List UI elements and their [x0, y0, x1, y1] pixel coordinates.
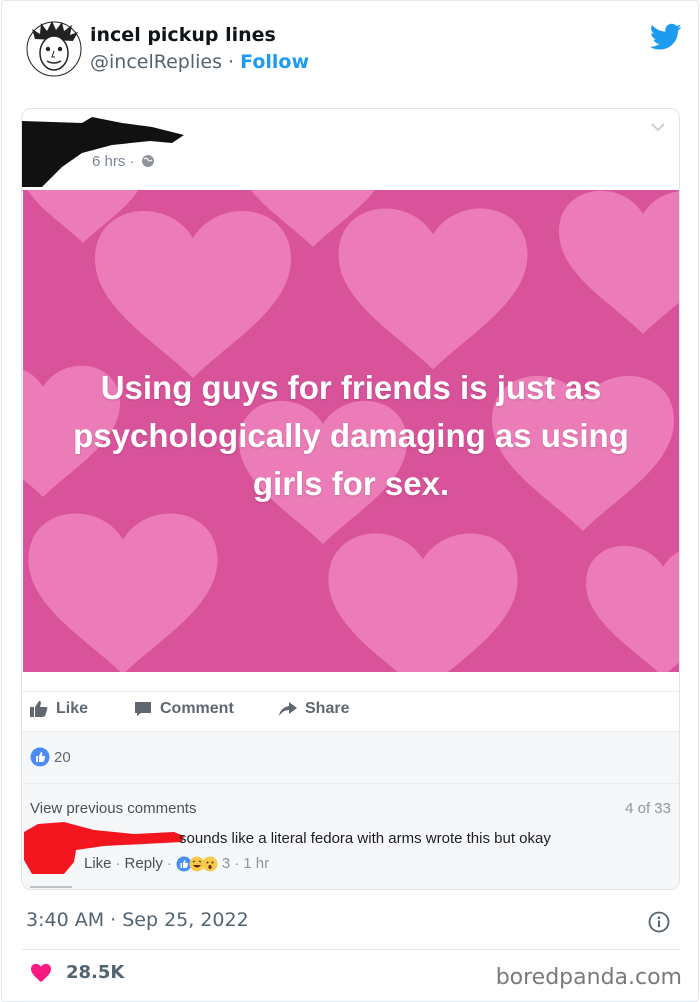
- handle-line: @incelReplies · Follow: [90, 51, 309, 73]
- share-action[interactable]: Share: [279, 700, 349, 718]
- heart-icon[interactable]: [30, 963, 52, 983]
- comment-dot: ·: [166, 855, 172, 872]
- divider: [30, 886, 72, 888]
- comment-dot: ·: [115, 855, 121, 872]
- reaction-count[interactable]: 20: [54, 749, 71, 766]
- comment-dot: ·: [234, 855, 240, 872]
- comment-meta: Like · Reply · 3 · 1 hr: [84, 855, 269, 872]
- comment-action-label: Comment: [160, 700, 234, 717]
- image-quote-text: Using guys for friends is just as psycho…: [73, 369, 629, 502]
- like-action[interactable]: Like: [30, 700, 88, 718]
- watermark: boredpanda.com: [495, 965, 682, 990]
- comment-reply-link[interactable]: Reply: [125, 855, 163, 872]
- comments-section: View previous comments 4 of 33 sounds li…: [22, 783, 679, 889]
- embedded-facebook-post: 6 hrs · Using guys for friends is just a…: [21, 108, 680, 890]
- comment-reaction-count: 3: [221, 855, 231, 872]
- comment-page-count: 4 of 33: [625, 800, 671, 817]
- post-image[interactable]: Using guys for friends is just as psycho…: [23, 190, 679, 672]
- post-action-bar: Like Comment Share: [22, 691, 679, 731]
- divider: [22, 949, 680, 950]
- chevron-down-icon[interactable]: [651, 123, 665, 132]
- display-name[interactable]: incel pickup lines: [90, 24, 276, 46]
- handle[interactable]: @incelReplies: [90, 51, 222, 73]
- redacted-name: [22, 117, 184, 187]
- comment-like-link[interactable]: Like: [84, 855, 112, 872]
- follow-button[interactable]: Follow: [240, 51, 309, 73]
- like-count: 28.5K: [66, 962, 125, 983]
- avatar[interactable]: [26, 19, 82, 79]
- comment-reactions[interactable]: [176, 856, 218, 872]
- comment-time: 1 hr: [243, 855, 270, 872]
- separator: ·: [221, 51, 241, 73]
- share-action-label: Share: [305, 700, 350, 717]
- post-time-text: 6 hrs ·: [92, 153, 135, 170]
- info-icon[interactable]: [648, 911, 670, 933]
- view-previous-comments[interactable]: View previous comments: [30, 800, 196, 817]
- comment-action[interactable]: Comment: [134, 700, 234, 718]
- post-time: 6 hrs ·: [92, 153, 155, 170]
- globe-icon: [141, 155, 154, 167]
- like-reaction-icon[interactable]: [30, 747, 50, 767]
- tweet-timestamp[interactable]: 3:40 AM · Sep 25, 2022: [26, 909, 249, 931]
- tweet-header: incel pickup lines @incelReplies · Follo…: [26, 19, 686, 83]
- tweet-card: incel pickup lines @incelReplies · Follo…: [1, 0, 699, 1002]
- comment-icon: [135, 702, 151, 716]
- reactions-row: 20: [22, 731, 679, 783]
- comment-text: sounds like a literal fedora with arms w…: [179, 830, 551, 847]
- like-action-label: Like: [56, 700, 89, 717]
- likes-row[interactable]: 28.5K: [30, 962, 124, 983]
- bird-icon[interactable]: [650, 23, 682, 51]
- wow-reaction-icon: [202, 856, 218, 871]
- thumbs-up-icon: [30, 701, 48, 717]
- share-icon: [279, 702, 297, 716]
